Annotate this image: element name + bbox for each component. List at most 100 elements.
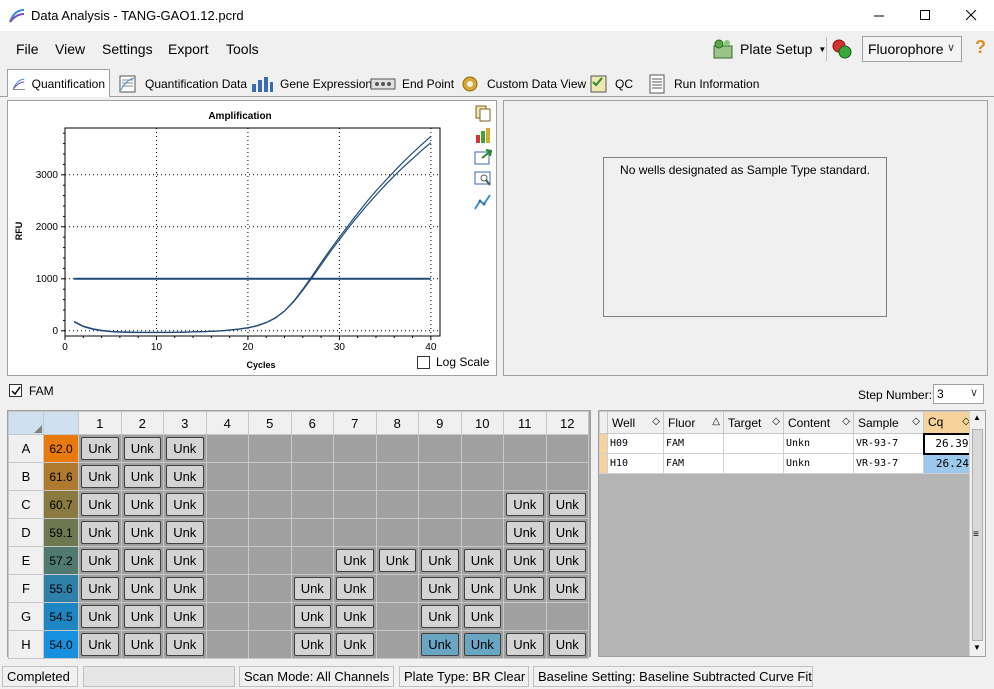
plate-row-header[interactable]: C xyxy=(8,490,44,519)
plate-well-empty[interactable] xyxy=(248,630,292,659)
plate-col-header[interactable]: 5 xyxy=(248,411,292,435)
results-cell-cq[interactable]: 26.39 xyxy=(922,432,975,455)
plate-well[interactable]: Unk xyxy=(163,490,207,519)
plate-well-empty[interactable] xyxy=(290,490,334,519)
scroll-up-icon[interactable]: ▲ xyxy=(973,413,981,422)
tab-custom-data-view[interactable]: Custom Data View xyxy=(455,70,590,97)
plate-col-header[interactable]: 11 xyxy=(503,411,547,435)
plate-well[interactable]: Unk xyxy=(290,574,334,603)
plate-well-empty[interactable] xyxy=(503,434,547,463)
plate-well[interactable]: Unk xyxy=(78,462,122,491)
results-cell-sample[interactable]: VR-93-7 xyxy=(853,433,924,454)
plate-well-empty[interactable] xyxy=(460,518,504,547)
plate-well[interactable]: Unk xyxy=(120,602,164,631)
plate-well-empty[interactable] xyxy=(460,490,504,519)
plate-row-header[interactable]: G xyxy=(8,602,44,631)
plate-well[interactable]: Unk xyxy=(120,462,164,491)
plate-corner[interactable] xyxy=(8,411,44,435)
amplification-chart[interactable]: Amplification Cycles RFU 0 10 20 30 40 0 1000 2… xyxy=(8,101,496,375)
plate-well-empty[interactable] xyxy=(248,602,292,631)
plate-well[interactable]: Unk xyxy=(120,518,164,547)
results-col-header[interactable]: Target ◇ xyxy=(723,411,784,434)
results-cell-fluor[interactable]: FAM xyxy=(663,433,724,454)
plate-well[interactable]: Unk xyxy=(418,630,462,659)
plate-col-header[interactable]: 6 xyxy=(290,411,334,435)
tab-quantification-data[interactable]: Quantification Data xyxy=(113,70,251,97)
plate-col-header[interactable]: 3 xyxy=(163,411,207,435)
plate-well-empty[interactable] xyxy=(205,434,249,463)
plate-well[interactable]: Unk xyxy=(460,602,504,631)
plate-well-empty[interactable] xyxy=(418,490,462,519)
plate-well[interactable]: Unk xyxy=(163,462,207,491)
plate-well-empty[interactable] xyxy=(460,434,504,463)
plate-well-empty[interactable] xyxy=(375,462,419,491)
plate-well-empty[interactable] xyxy=(333,462,377,491)
plate-well[interactable]: Unk xyxy=(545,546,589,575)
close-button[interactable] xyxy=(948,0,994,31)
plate-row-header[interactable]: A xyxy=(8,434,44,463)
copy-icon[interactable] xyxy=(474,104,492,122)
plate-well[interactable]: Unk xyxy=(545,518,589,547)
plate-well[interactable]: Unk xyxy=(78,490,122,519)
plate-well-empty[interactable] xyxy=(248,518,292,547)
plate-well[interactable]: Unk xyxy=(120,434,164,463)
plate-well[interactable]: Unk xyxy=(460,574,504,603)
plate-row-header[interactable]: E xyxy=(8,546,44,575)
plate-well-empty[interactable] xyxy=(375,574,419,603)
plate-well[interactable]: Unk xyxy=(545,630,589,659)
step-number-select[interactable]: 3 ∨ xyxy=(933,384,984,404)
plate-well-empty[interactable] xyxy=(418,434,462,463)
plate-well-empty[interactable] xyxy=(290,546,334,575)
plate-well[interactable]: Unk xyxy=(120,574,164,603)
plate-well[interactable]: Unk xyxy=(418,574,462,603)
plate-well-empty[interactable] xyxy=(333,434,377,463)
plate-col-header[interactable]: 9 xyxy=(418,411,462,435)
tab-quantification[interactable]: Quantification xyxy=(7,69,110,97)
scroll-down-icon[interactable]: ▼ xyxy=(973,643,981,652)
plate-well-empty[interactable] xyxy=(205,630,249,659)
results-cell-well[interactable]: H10 xyxy=(607,453,664,474)
menu-file[interactable]: File xyxy=(16,41,39,57)
plate-well-empty[interactable] xyxy=(290,518,334,547)
results-col-header[interactable]: Sample ◇ xyxy=(853,411,924,434)
plate-well-empty[interactable] xyxy=(248,546,292,575)
plate-well[interactable]: Unk xyxy=(460,630,504,659)
tab-run-information[interactable]: Run Information xyxy=(642,70,763,97)
plate-well[interactable]: Unk xyxy=(78,518,122,547)
plate-well[interactable]: Unk xyxy=(78,602,122,631)
results-col-header[interactable]: Fluor △ xyxy=(663,411,724,434)
menu-export[interactable]: Export xyxy=(168,41,208,57)
export-chart-icon[interactable] xyxy=(474,148,492,166)
plate-well[interactable]: Unk xyxy=(418,546,462,575)
plate-well[interactable]: Unk xyxy=(333,574,377,603)
plate-well[interactable]: Unk xyxy=(503,630,547,659)
tab-qc[interactable]: QC xyxy=(583,70,637,97)
plate-well[interactable]: Unk xyxy=(418,602,462,631)
plate-well[interactable]: Unk xyxy=(163,630,207,659)
plate-well[interactable]: Unk xyxy=(120,490,164,519)
plate-well-empty[interactable] xyxy=(248,574,292,603)
plate-well[interactable]: Unk xyxy=(375,546,419,575)
plate-well[interactable]: Unk xyxy=(333,546,377,575)
plate-col-header[interactable]: 7 xyxy=(333,411,377,435)
plate-col-header[interactable]: 1 xyxy=(78,411,122,435)
plate-well[interactable]: Unk xyxy=(163,518,207,547)
plate-col-header[interactable]: 4 xyxy=(205,411,249,435)
plate-well[interactable]: Unk xyxy=(120,630,164,659)
plate-well-empty[interactable] xyxy=(503,602,547,631)
plate-well[interactable]: Unk xyxy=(503,490,547,519)
plate-well-empty[interactable] xyxy=(248,462,292,491)
plate-well[interactable]: Unk xyxy=(333,630,377,659)
plate-setup-button[interactable]: Plate Setup ▼ xyxy=(712,35,826,63)
results-col-header[interactable]: Content ◇ xyxy=(783,411,854,434)
plate-well-empty[interactable] xyxy=(375,518,419,547)
plate-col-header[interactable]: 2 xyxy=(120,411,164,435)
plate-well-empty[interactable] xyxy=(205,602,249,631)
plate-well-empty[interactable] xyxy=(418,462,462,491)
plate-well[interactable]: Unk xyxy=(78,546,122,575)
results-col-header[interactable]: Well ◇ xyxy=(607,411,664,434)
menu-view[interactable]: View xyxy=(55,41,85,57)
plate-well[interactable]: Unk xyxy=(163,574,207,603)
help-icon[interactable]: ? xyxy=(975,37,986,58)
plate-well[interactable]: Unk xyxy=(545,574,589,603)
